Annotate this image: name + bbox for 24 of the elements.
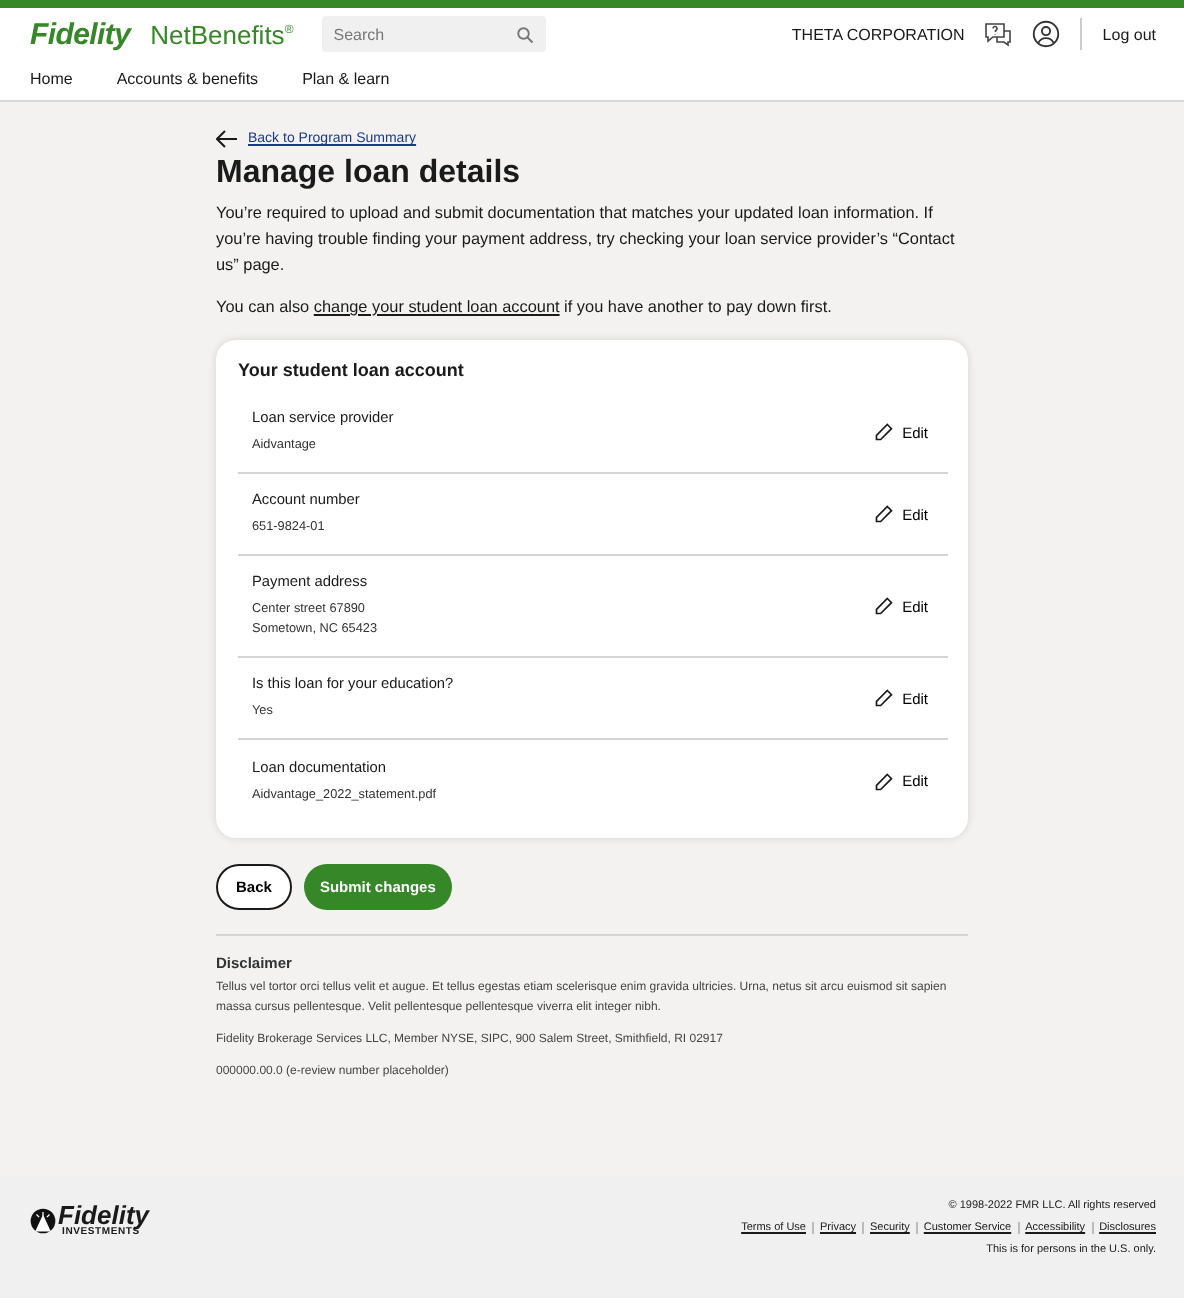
user-icon[interactable] — [1032, 20, 1061, 48]
nav-item[interactable]: Accounts & benefits — [116, 70, 259, 88]
chat-help-icon[interactable] — [984, 21, 1013, 47]
company-name: THETA CORPORATION — [791, 25, 965, 43]
back-arrow-icon[interactable] — [216, 130, 238, 148]
nav-item[interactable]: Plan & learn — [302, 70, 390, 88]
logo-emblem-icon — [30, 1207, 56, 1233]
brand-logo[interactable]: Fidelity — [30, 17, 131, 51]
pencil-icon — [874, 596, 895, 616]
pencil-icon — [874, 422, 895, 442]
footer-logo-text: Fidelity — [58, 1202, 150, 1228]
logout-link[interactable]: Log out — [1102, 25, 1156, 43]
search-field[interactable]: Search — [321, 16, 546, 52]
change-note: You can also change your student loan account if you have another to pay down first. — [216, 296, 834, 320]
pencil-icon — [874, 688, 895, 708]
pencil-icon — [874, 504, 895, 524]
search-icon[interactable] — [515, 25, 534, 43]
pencil-icon — [874, 771, 895, 791]
page-title: Manage loan details — [216, 156, 523, 192]
change-account-link[interactable]: change your student loan account — [313, 298, 560, 316]
nav-item[interactable]: Home — [30, 70, 73, 88]
product-name: NetBenefits$^{®}$ — [150, 19, 294, 49]
card-title: Your student loan account — [238, 360, 466, 380]
intro-text: You’re required to upload and submit documentation that matches your updated loan information. If you’re having trouble finding your payment address, try checking your loan service provider’s “Contact us” page. — [216, 202, 957, 278]
